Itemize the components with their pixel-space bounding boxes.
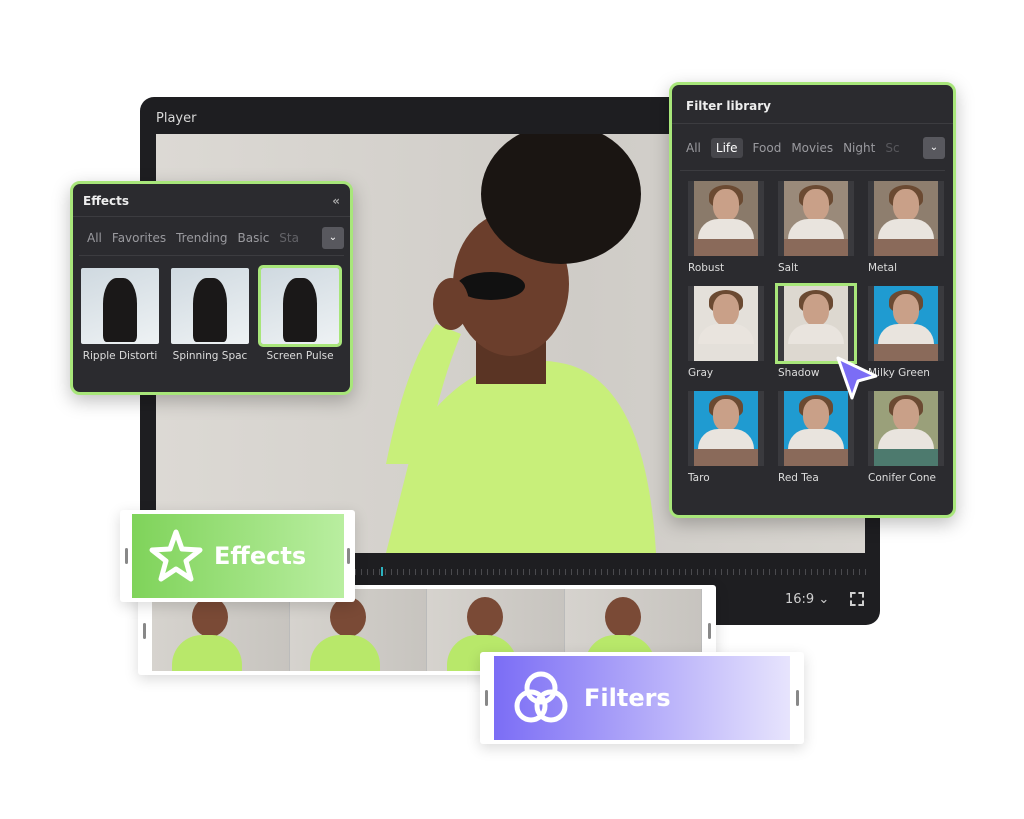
effects-title: Effects bbox=[83, 194, 130, 208]
filter-label: Taro bbox=[688, 472, 710, 484]
chevron-down-icon: ⌄ bbox=[818, 592, 830, 607]
filter-library-panel: Filter library All Life Food Movies Nigh… bbox=[669, 82, 956, 518]
filter-label: Red Tea bbox=[778, 472, 819, 484]
chevron-down-icon[interactable]: ⌄ bbox=[322, 227, 344, 249]
effects-clip-label: Effects bbox=[214, 542, 307, 570]
tab-favorites[interactable]: Favorites bbox=[112, 231, 166, 245]
filter-label: Gray bbox=[688, 367, 714, 379]
effect-item[interactable]: Ripple Distorti bbox=[81, 268, 159, 362]
filter-thumbnail bbox=[778, 181, 854, 256]
tab-movies[interactable]: Movies bbox=[791, 141, 833, 155]
filter-thumbnail bbox=[688, 181, 764, 256]
filter-thumbnail bbox=[688, 391, 764, 466]
tab-basic[interactable]: Basic bbox=[238, 231, 270, 245]
tab-food[interactable]: Food bbox=[753, 141, 782, 155]
filter-item[interactable]: Red Tea bbox=[778, 391, 854, 484]
filter-label: Robust bbox=[688, 262, 725, 274]
effect-label: Spinning Spac bbox=[172, 350, 248, 362]
effects-header: Effects « bbox=[73, 184, 350, 217]
tab-stage[interactable]: Sta bbox=[279, 231, 299, 245]
clip-handle-right[interactable] bbox=[347, 548, 350, 564]
filter-thumbnail bbox=[778, 391, 854, 466]
tab-life[interactable]: Life bbox=[710, 138, 743, 158]
effect-item[interactable]: Screen Pulse bbox=[258, 265, 342, 362]
filter-label: Salt bbox=[778, 262, 799, 274]
tab-all[interactable]: All bbox=[87, 231, 102, 245]
effect-thumbnail bbox=[81, 268, 159, 344]
clip-handle-left[interactable] bbox=[485, 690, 488, 706]
tab-trending[interactable]: Trending bbox=[176, 231, 227, 245]
tab-night[interactable]: Night bbox=[843, 141, 875, 155]
tab-scenery[interactable]: Sc bbox=[885, 141, 899, 155]
filter-label: Shadow bbox=[778, 367, 820, 379]
filter-thumbnail bbox=[868, 181, 944, 256]
filter-item[interactable]: Gray bbox=[688, 286, 764, 379]
clip-handle-left[interactable] bbox=[125, 548, 128, 564]
tab-all[interactable]: All bbox=[686, 141, 701, 155]
clip-handle-left[interactable] bbox=[143, 623, 146, 639]
clip-handle-right[interactable] bbox=[796, 690, 799, 706]
cursor-pointer-icon bbox=[836, 356, 878, 400]
collapse-icon[interactable]: « bbox=[332, 194, 340, 208]
filter-label: Conifer Cone bbox=[868, 472, 937, 484]
effects-tabs: All Favorites Trending Basic Sta ⌄ bbox=[79, 217, 344, 256]
star-icon bbox=[149, 529, 203, 582]
fullscreen-icon[interactable] bbox=[850, 592, 864, 606]
filter-thumbnail bbox=[775, 283, 857, 364]
effect-thumbnail bbox=[258, 265, 342, 347]
filter-thumbnail bbox=[688, 286, 764, 361]
playhead[interactable] bbox=[380, 567, 383, 576]
filter-tabs: All Life Food Movies Night Sc ⌄ bbox=[680, 124, 945, 171]
aspect-ratio-dropdown[interactable]: 16:9 ⌄ bbox=[785, 592, 829, 607]
chevron-down-icon[interactable]: ⌄ bbox=[923, 137, 945, 159]
filters-clip-label: Filters bbox=[584, 684, 671, 712]
model-image bbox=[386, 134, 656, 553]
filter-item[interactable]: Salt bbox=[778, 181, 854, 274]
filter-label: Metal bbox=[868, 262, 897, 274]
timeline-ruler[interactable] bbox=[355, 569, 870, 575]
filter-library-title: Filter library bbox=[672, 85, 953, 124]
clip-handle-right[interactable] bbox=[708, 623, 711, 639]
effects-panel: Effects « All Favorites Trending Basic St… bbox=[70, 181, 353, 395]
player-title: Player bbox=[156, 111, 197, 126]
effect-label: Ripple Distorti bbox=[82, 350, 158, 362]
aspect-ratio-value: 16:9 bbox=[785, 592, 815, 607]
filter-item[interactable]: Taro bbox=[688, 391, 764, 484]
filters-icon bbox=[514, 671, 568, 723]
filter-item[interactable]: Robust bbox=[688, 181, 764, 274]
filter-item[interactable]: Conifer Cone bbox=[868, 391, 944, 484]
filters-clip[interactable]: Filters bbox=[480, 652, 804, 744]
effect-item[interactable]: Spinning Spac bbox=[171, 268, 249, 362]
filter-thumbnail bbox=[868, 391, 944, 466]
filter-thumbnail bbox=[868, 286, 944, 361]
effect-label: Screen Pulse bbox=[266, 350, 334, 362]
filter-item[interactable]: Metal bbox=[868, 181, 944, 274]
effects-clip[interactable]: Effects bbox=[120, 510, 355, 602]
effect-thumbnail bbox=[171, 268, 249, 344]
